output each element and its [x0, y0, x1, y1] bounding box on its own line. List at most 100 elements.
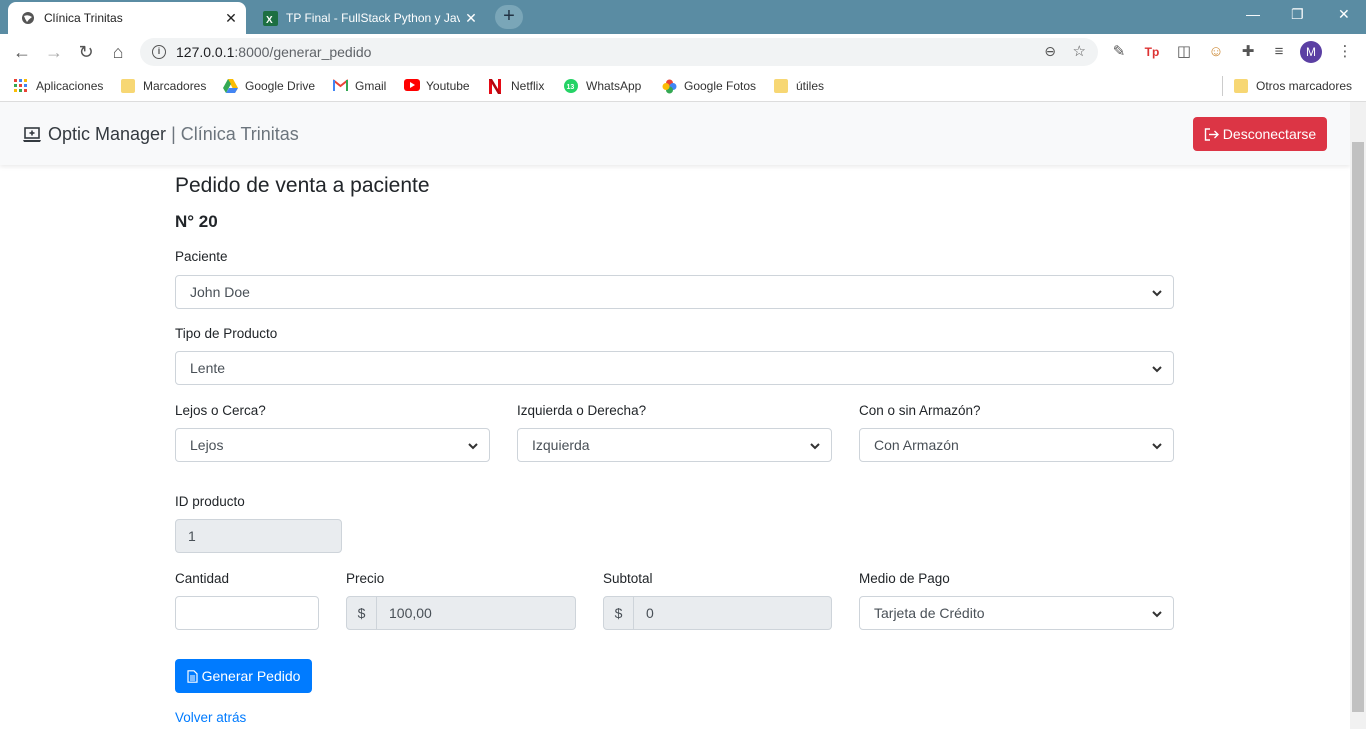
bookmark-google-fotos[interactable]: Google Fotos [662, 77, 756, 95]
bookmark-label: Youtube [426, 79, 470, 93]
medio-pago-select[interactable]: Tarjeta de Crédito [859, 596, 1174, 630]
armazon-label: Con o sin Armazón? [859, 403, 981, 418]
precio-input-group[interactable]: $ 100,00 [346, 596, 576, 630]
precio-value: 100,00 [377, 596, 576, 630]
home-icon[interactable]: ⌂ [106, 41, 130, 63]
paciente-select[interactable]: John Doe [175, 275, 1174, 309]
pocket-icon[interactable]: ◫ [1175, 43, 1193, 61]
bookmark-utiles[interactable]: útiles [774, 77, 824, 95]
tipo-producto-value: Lente [190, 360, 226, 376]
close-tab-icon[interactable]: ✕ [460, 10, 482, 27]
media-queue-icon[interactable]: ≡ [1270, 43, 1288, 61]
whatsapp-icon: 13 [564, 79, 578, 93]
lejos-cerca-label: Lejos o Cerca? [175, 403, 266, 418]
svg-text:13: 13 [567, 84, 575, 91]
folder-icon [121, 79, 135, 93]
bookmarks-bar: Aplicaciones Marcadores Google Drive Gma… [0, 70, 1366, 102]
armazon-value: Con Armazón [874, 437, 959, 453]
svg-text:X: X [266, 15, 273, 26]
izquierda-derecha-select[interactable]: Izquierda [517, 428, 832, 462]
bookmark-label: Google Fotos [684, 79, 757, 93]
id-producto-input[interactable]: 1 [175, 519, 342, 553]
face-extension-icon[interactable]: ☺ [1207, 43, 1225, 61]
pen-extension-icon[interactable]: ✎ [1110, 43, 1128, 61]
excel-icon: X [262, 10, 278, 26]
forward-arrow-icon[interactable]: → [42, 41, 66, 63]
tp-extension-icon[interactable]: Tp [1143, 43, 1161, 61]
bookmark-label: Marcadores [143, 79, 207, 93]
laptop-medical-icon [22, 126, 42, 144]
folder-icon [774, 79, 788, 93]
izquierda-derecha-value: Izquierda [532, 437, 590, 453]
logout-label: Desconectarse [1222, 126, 1317, 142]
new-tab-plus-icon[interactable]: + [495, 5, 523, 29]
address-bar[interactable]: i 127.0.0.1:8000/generar_pedido ⊖ ☆ [140, 38, 1098, 66]
generar-pedido-button[interactable]: Generar Pedido [175, 659, 312, 693]
brand-name: Optic Manager [48, 124, 167, 144]
drive-icon [223, 79, 238, 93]
bookmark-otros-marcadores[interactable]: Otros marcadores [1234, 77, 1352, 95]
sign-out-icon [1204, 127, 1219, 141]
bookmark-label: Netflix [511, 79, 545, 93]
volver-atras-link[interactable]: Volver atrás [175, 710, 246, 725]
folder-icon [1234, 79, 1248, 93]
paciente-label: Paciente [175, 249, 228, 264]
lejos-cerca-select[interactable]: Lejos [175, 428, 490, 462]
order-number: N° 20 [175, 212, 218, 231]
logout-button[interactable]: Desconectarse [1193, 117, 1327, 151]
close-window-icon[interactable]: ✕ [1338, 6, 1350, 23]
id-producto-value: 1 [188, 528, 196, 544]
bookmark-divider [1222, 76, 1223, 96]
star-icon[interactable]: ☆ [1073, 42, 1086, 60]
restore-icon[interactable]: ❐ [1291, 6, 1304, 23]
url-host: 127.0.0.1 [176, 44, 235, 60]
subtotal-currency: $ [603, 596, 634, 630]
tab-clinica-trinitas[interactable]: Clínica Trinitas ✕ [8, 2, 246, 34]
cantidad-input[interactable] [175, 596, 319, 630]
tab-tp-final[interactable]: X TP Final - FullStack Python y Java ✕ [250, 2, 486, 34]
paciente-value: John Doe [190, 284, 250, 300]
subtotal-label: Subtotal [603, 571, 653, 586]
armazon-select[interactable]: Con Armazón [859, 428, 1174, 462]
chevron-down-icon [809, 439, 821, 451]
bookmark-label: Otros marcadores [1256, 79, 1353, 93]
profile-avatar[interactable]: M [1300, 41, 1322, 63]
kebab-menu-icon[interactable]: ⋮ [1336, 43, 1354, 61]
close-tab-icon[interactable]: ✕ [220, 10, 242, 27]
app-navbar: Optic Manager | Clínica Trinitas Descone… [0, 102, 1350, 165]
bookmark-label: Google Drive [245, 79, 316, 93]
medio-pago-label: Medio de Pago [859, 571, 950, 586]
tipo-producto-select[interactable]: Lente [175, 351, 1174, 385]
youtube-icon [404, 79, 420, 93]
page-title: Pedido de venta a paciente [175, 174, 430, 197]
puzzle-extensions-icon[interactable]: ✚ [1239, 43, 1257, 61]
chevron-down-icon [1151, 286, 1163, 298]
lejos-cerca-value: Lejos [190, 437, 224, 453]
reload-icon[interactable]: ↻ [74, 41, 98, 63]
precio-label: Precio [346, 571, 385, 586]
brand[interactable]: Optic Manager | Clínica Trinitas [22, 124, 299, 145]
page-viewport: Optic Manager | Clínica Trinitas Descone… [0, 102, 1366, 729]
chevron-down-icon [1151, 439, 1163, 451]
bookmark-marcadores[interactable]: Marcadores [121, 77, 206, 95]
browser-tab-strip: Clínica Trinitas ✕ X TP Final - FullStac… [0, 0, 1366, 34]
bookmark-label: WhatsApp [586, 79, 642, 93]
bookmark-google-drive[interactable]: Google Drive [223, 77, 315, 95]
subtotal-input-group[interactable]: $ 0 [603, 596, 832, 630]
site-info-icon[interactable]: i [152, 45, 166, 59]
page-scrollbar[interactable] [1350, 102, 1366, 729]
bookmark-netflix[interactable]: Netflix [489, 77, 544, 95]
generar-pedido-label: Generar Pedido [201, 668, 301, 684]
bookmark-gmail[interactable]: Gmail [332, 77, 386, 95]
precio-currency: $ [346, 596, 377, 630]
bookmark-whatsapp[interactable]: 13 WhatsApp [564, 77, 641, 95]
file-icon [186, 669, 198, 683]
zoom-icon[interactable]: ⊖ [1044, 43, 1056, 60]
scrollbar-thumb[interactable] [1352, 142, 1364, 712]
bookmark-youtube[interactable]: Youtube [404, 77, 470, 95]
chevron-down-icon [1151, 362, 1163, 374]
url-path: :8000/generar_pedido [234, 44, 372, 60]
back-arrow-icon[interactable]: ← [10, 41, 34, 63]
minimize-icon[interactable]: — [1246, 6, 1260, 22]
bookmark-aplicaciones[interactable]: Aplicaciones [14, 77, 103, 95]
